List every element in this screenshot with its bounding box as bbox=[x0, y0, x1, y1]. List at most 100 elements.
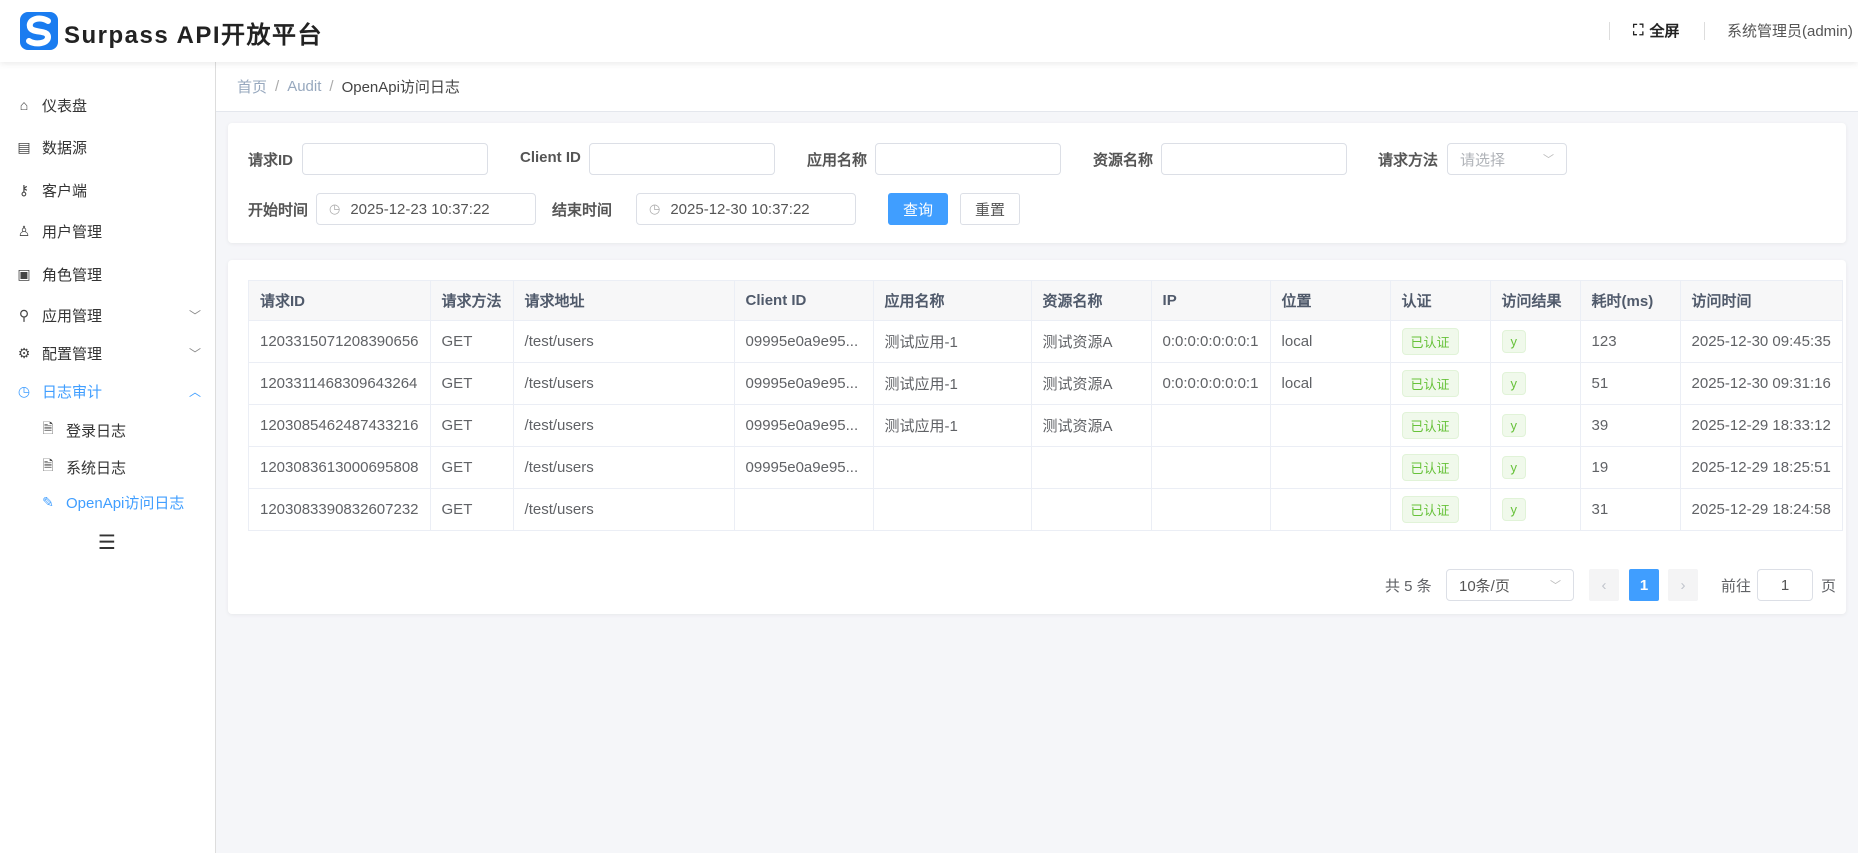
clock-icon: ◷ bbox=[649, 201, 661, 216]
table-cell: 2025-12-30 09:31:16 bbox=[1679, 362, 1843, 405]
table-cell: 09995e0a9e95... bbox=[733, 446, 874, 489]
search-form: 请求ID Client ID 应用名称 资源名称 请求方法 请选择 ﹀ 开始时间 … bbox=[228, 123, 1846, 243]
column-header: 认证 bbox=[1389, 280, 1491, 321]
column-header: 访问结果 bbox=[1489, 280, 1581, 321]
user-menu[interactable]: 系统管理员(admin) bbox=[1727, 20, 1853, 41]
label: 日志审计 bbox=[42, 383, 103, 401]
table-cell: GET bbox=[429, 404, 514, 447]
start-time-input[interactable]: ◷ 2025-12-23 10:37:22 bbox=[316, 193, 536, 225]
table-cell: 已认证 bbox=[1389, 488, 1491, 531]
breadcrumb-separator: / bbox=[329, 78, 334, 95]
table-cell: /test/users bbox=[512, 362, 735, 405]
table-cell: /test/users bbox=[512, 320, 735, 363]
edit-icon: ✎ bbox=[42, 493, 54, 510]
request-id-input[interactable] bbox=[302, 143, 488, 175]
logo bbox=[20, 12, 58, 50]
sidebar-item-apps[interactable]: ⚲ 应用管理 ﹀ bbox=[16, 297, 201, 333]
app-title: Surpass API开放平台 bbox=[64, 22, 323, 49]
sidebar-item-datasource[interactable]: ▤ 数据源 bbox=[16, 129, 201, 165]
clock-icon: ◷ bbox=[329, 201, 341, 216]
table-cell: 2025-12-30 09:45:35 bbox=[1679, 320, 1843, 363]
chevron-down-icon: ﹀ bbox=[1550, 580, 1561, 592]
table-row[interactable]: 1203311468309643264 GET/test/users 09995e0… bbox=[248, 362, 1843, 405]
table-cell: 测试资源A bbox=[1030, 404, 1152, 447]
label: 数据源 bbox=[42, 139, 88, 157]
sidebar-item-system-log[interactable]: 🗎 系统日志 bbox=[40, 449, 225, 485]
table-cell: y bbox=[1489, 488, 1581, 531]
table-cell: 已认证 bbox=[1389, 446, 1491, 489]
chevron-down-icon: ﹀ bbox=[188, 308, 201, 323]
divider bbox=[1704, 22, 1705, 40]
sidebar-item-dashboard[interactable]: ⌂ 仪表盘 bbox=[16, 87, 201, 123]
prev-page-button[interactable]: ‹ bbox=[1589, 569, 1619, 601]
method-select[interactable]: 请选择 ﹀ bbox=[1447, 143, 1567, 175]
fullscreen-button[interactable]: ⛶ 全屏 bbox=[1633, 20, 1680, 41]
app-name-label: 应用名称 bbox=[807, 152, 868, 169]
table-cell: 51 bbox=[1579, 362, 1681, 405]
table-cell: 已认证 bbox=[1389, 362, 1491, 405]
sidebar-item-roles[interactable]: ▣ 角色管理 bbox=[16, 256, 201, 292]
label: 用户管理 bbox=[42, 223, 103, 241]
table-row[interactable]: 1203083390832607232 GET/test/users 已认证 y 31 2… bbox=[248, 488, 1843, 531]
table-row[interactable]: 1203085462487433216 GET/test/users 09995e0… bbox=[248, 404, 1843, 447]
next-page-button[interactable]: › bbox=[1668, 569, 1698, 601]
sidebar-item-users[interactable]: ♙ 用户管理 bbox=[16, 213, 201, 249]
auth-tag: 已认证 bbox=[1401, 328, 1459, 355]
label: 应用管理 bbox=[42, 307, 103, 325]
page-size-select[interactable]: 10条/页 ﹀ bbox=[1446, 569, 1574, 601]
table-cell bbox=[1269, 446, 1391, 489]
column-header: Client ID bbox=[733, 280, 874, 321]
page-suffix: 页 bbox=[1821, 577, 1837, 595]
sidebar-item-openapi-log[interactable]: ✎ OpenApi访问日志 bbox=[40, 484, 225, 520]
sidebar-item-login-log[interactable]: 🗎 登录日志 bbox=[40, 412, 225, 448]
breadcrumb-home[interactable]: 首页 bbox=[237, 76, 267, 97]
table-cell: 测试应用-1 bbox=[872, 320, 1032, 363]
client-id-input[interactable] bbox=[589, 143, 775, 175]
sidebar-item-config[interactable]: ⚙ 配置管理 ﹀ bbox=[16, 335, 201, 371]
table-cell: GET bbox=[429, 362, 514, 405]
log-table: 请求ID 请求方法 请求地址 Client ID 应用名称 资源名称 IP 位置 认证 访问结果耗… bbox=[248, 280, 1843, 531]
table-cell bbox=[1030, 488, 1152, 531]
page-1-button[interactable]: 1 bbox=[1629, 569, 1659, 601]
label: 配置管理 bbox=[42, 345, 103, 363]
start-time-label: 开始时间 bbox=[248, 202, 309, 219]
breadcrumb-separator: / bbox=[275, 78, 280, 95]
app-name-input[interactable] bbox=[875, 143, 1061, 175]
table-cell: 19 bbox=[1579, 446, 1681, 489]
end-time-input[interactable]: ◷ 2025-12-30 10:37:22 bbox=[636, 193, 856, 225]
table-cell: y bbox=[1489, 320, 1581, 363]
table-cell: y bbox=[1489, 404, 1581, 447]
table-cell bbox=[872, 488, 1032, 531]
sidebar-item-client[interactable]: ⚷ 客户端 bbox=[16, 172, 201, 208]
clock-icon: ◷ bbox=[17, 382, 31, 399]
database-icon: ▤ bbox=[17, 138, 31, 155]
top-header: Surpass API开放平台 ⛶ 全屏 系统管理员(admin) bbox=[0, 0, 1858, 62]
label: 仪表盘 bbox=[42, 97, 88, 115]
query-button[interactable]: 查询 bbox=[888, 193, 948, 225]
sidebar-item-audit[interactable]: ◷ 日志审计 ︿ bbox=[16, 373, 201, 409]
column-header: 请求方法 bbox=[429, 280, 514, 321]
table-cell bbox=[1030, 446, 1152, 489]
role-icon: ▣ bbox=[17, 265, 31, 282]
label: 角色管理 bbox=[42, 266, 103, 284]
column-header: 访问时间 bbox=[1679, 280, 1843, 321]
table-cell: 测试资源A bbox=[1030, 362, 1152, 405]
table-cell: 测试资源A bbox=[1030, 320, 1152, 363]
table-cell: 09995e0a9e95... bbox=[733, 320, 874, 363]
goto-page-input[interactable]: 1 bbox=[1757, 569, 1813, 601]
resource-name-input[interactable] bbox=[1161, 143, 1347, 175]
table-cell: 39 bbox=[1579, 404, 1681, 447]
breadcrumb-audit[interactable]: Audit bbox=[287, 78, 321, 95]
reset-button[interactable]: 重置 bbox=[960, 193, 1020, 225]
table-cell bbox=[1150, 446, 1271, 489]
table-row[interactable]: 1203315071208390656 GET/test/users 09995e0… bbox=[248, 320, 1843, 363]
table-cell bbox=[1150, 404, 1271, 447]
auth-tag: 已认证 bbox=[1401, 496, 1459, 523]
table-cell: local bbox=[1269, 320, 1391, 363]
table-cell: 已认证 bbox=[1389, 404, 1491, 447]
table-row[interactable]: 1203083613000695808 GET/test/users 09995e0… bbox=[248, 446, 1843, 489]
goto-label: 前往 bbox=[1721, 577, 1752, 595]
table-cell: 1203083390832607232 bbox=[248, 488, 431, 531]
user-icon: ♙ bbox=[17, 222, 31, 239]
collapse-sidebar-icon[interactable]: ☰ bbox=[98, 530, 116, 555]
